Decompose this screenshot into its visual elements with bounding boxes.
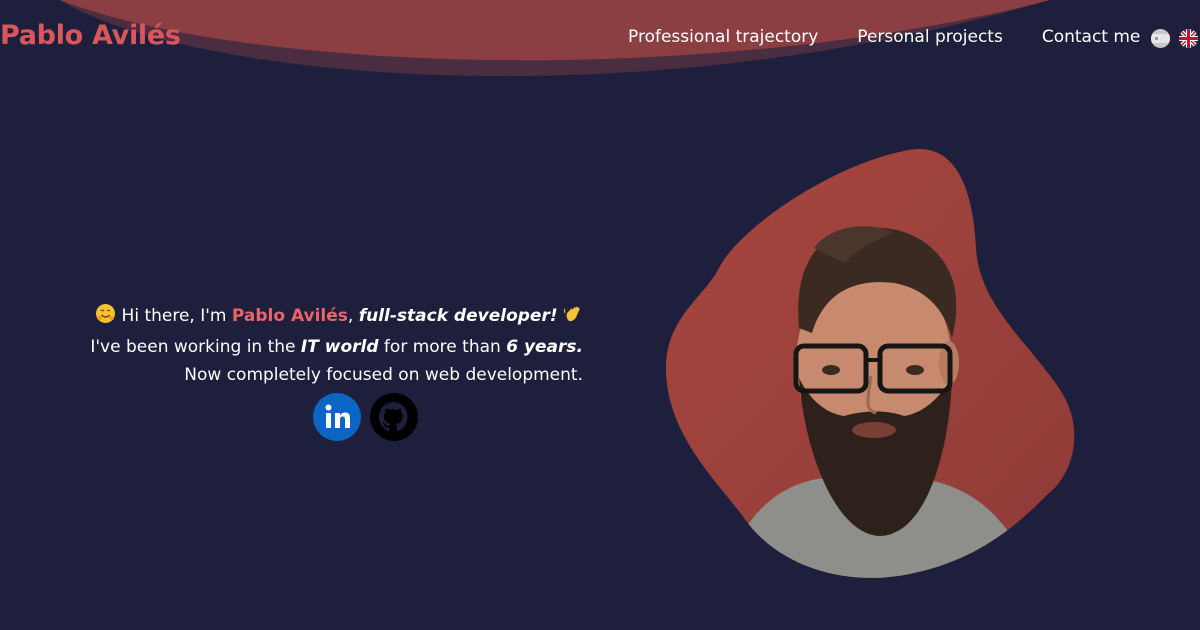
social-links xyxy=(313,393,418,441)
waving-hand-icon xyxy=(563,304,583,333)
spain-flag-icon[interactable] xyxy=(1151,29,1170,48)
intro-experience-text-b: for more than xyxy=(378,337,507,357)
intro-line-focus: Now completely focused on web developmen… xyxy=(184,365,583,385)
intro-name: Pablo Avilés xyxy=(231,306,348,326)
intro-role: full-stack developer! xyxy=(358,306,558,326)
intro-greeting-text: Hi there, I'm xyxy=(121,306,232,326)
intro-it-world: IT world xyxy=(300,337,379,357)
intro-experience-text-a: I've been working in the xyxy=(90,337,301,357)
nav-contact-me[interactable]: Contact me xyxy=(1042,27,1141,47)
github-icon[interactable] xyxy=(370,393,418,441)
intro-line-experience: I've been working in the IT world for mo… xyxy=(90,333,583,361)
intro-text: Hi there, I'm Pablo Avilés, full-stack d… xyxy=(90,302,583,389)
hugging-face-icon xyxy=(95,303,116,333)
language-switcher xyxy=(1151,29,1198,48)
logo[interactable]: Pablo Avilés xyxy=(0,20,181,51)
linkedin-icon[interactable] xyxy=(313,393,361,441)
uk-flag-icon[interactable] xyxy=(1179,29,1198,48)
main-nav: Professional trajectory Personal project… xyxy=(628,27,1179,47)
intro-line-greeting: Hi there, I'm Pablo Avilés, full-stack d… xyxy=(90,302,583,333)
intro-comma: , xyxy=(347,306,359,326)
header-wave-decoration xyxy=(60,0,1050,77)
nav-personal-projects[interactable]: Personal projects xyxy=(857,27,1003,47)
profile-photo xyxy=(664,148,1076,578)
intro-years: 6 years. xyxy=(506,337,583,357)
nav-professional-trajectory[interactable]: Professional trajectory xyxy=(628,27,818,47)
